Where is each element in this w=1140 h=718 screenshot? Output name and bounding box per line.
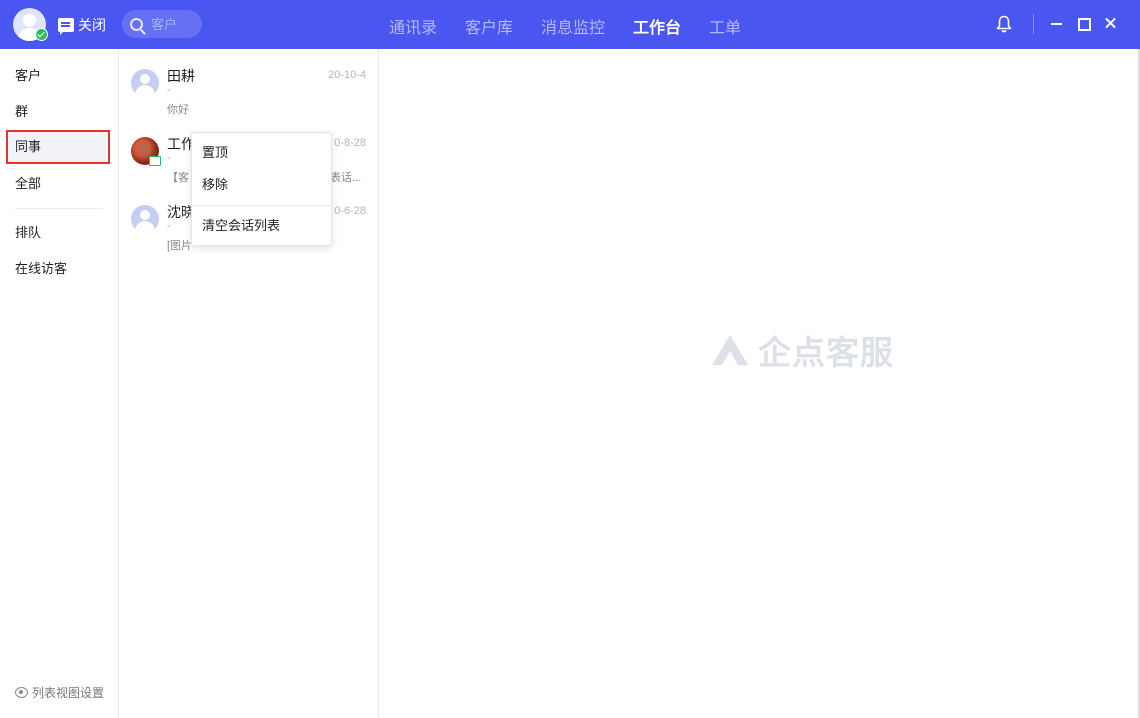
menu-item-remove[interactable]: 移除 (192, 170, 331, 200)
chat-area: 企点客服 (380, 49, 1140, 718)
tab-contacts[interactable]: 通讯录 (389, 14, 437, 38)
brand-text: 企点客服 (758, 334, 894, 371)
last-message: 你好 (167, 104, 189, 116)
chat-icon (58, 18, 74, 35)
online-status-icon (35, 28, 48, 41)
conversation-item[interactable]: 田耕 20-10-4 - 你好 (119, 53, 378, 121)
header-divider (1033, 14, 1034, 34)
user-avatar[interactable] (13, 8, 48, 41)
close-button[interactable]: 关闭 (58, 15, 106, 35)
menu-item-pin-top[interactable]: 置顶 (192, 138, 331, 168)
sidebar-item-customers[interactable]: 客户 (6, 59, 110, 93)
context-menu: 置顶 移除 清空会话列表 (191, 132, 332, 246)
search-input[interactable] (151, 16, 191, 32)
conversation-time: 20-10-4 (328, 69, 366, 81)
brand-watermark: 企点客服 (710, 326, 894, 374)
sidebar-item-online-visitors[interactable]: 在线访客 (6, 252, 110, 286)
last-message-tail: 表话... (330, 172, 362, 184)
close-label: 关闭 (78, 17, 106, 33)
close-window-icon[interactable] (1102, 14, 1120, 32)
tab-workbench[interactable]: 工作台 (633, 14, 681, 38)
conversation-time: 0-8-28 (334, 137, 366, 149)
contact-avatar (131, 205, 159, 233)
brand-logo-icon (712, 335, 748, 365)
menu-item-clear-list[interactable]: 清空会话列表 (192, 211, 331, 241)
list-view-settings[interactable]: 列表视图设置 (15, 684, 104, 701)
bell-icon[interactable] (996, 15, 1012, 33)
sidebar-item-colleagues[interactable]: 同事 (6, 130, 110, 164)
contact-name: 田耕 (167, 68, 195, 84)
search-box[interactable] (122, 10, 202, 38)
contact-avatar (131, 69, 159, 97)
contact-subtitle: - (167, 84, 171, 96)
minimize-icon[interactable] (1048, 14, 1066, 32)
view-settings-icon (15, 687, 28, 698)
sidebar-item-queue[interactable]: 排队 (6, 216, 110, 250)
sidebar-item-groups[interactable]: 群 (6, 95, 110, 129)
list-view-settings-label: 列表视图设置 (32, 686, 105, 700)
tab-message-monitor[interactable]: 消息监控 (541, 14, 605, 38)
sidebar-item-all[interactable]: 全部 (6, 167, 110, 201)
last-message: [图片 (167, 240, 193, 252)
menu-divider (192, 205, 331, 206)
tab-tickets[interactable]: 工单 (709, 14, 741, 38)
last-message: 【客 (167, 172, 189, 184)
top-bar: 关闭 通讯录 客户库 消息监控 工作台 工单 (0, 0, 1140, 49)
contact-subtitle: - (167, 220, 171, 232)
search-icon (130, 17, 143, 31)
contact-subtitle: - (167, 152, 171, 164)
desktop-online-icon (149, 156, 161, 166)
conversation-time: 0-6-28 (334, 205, 366, 217)
tab-customer-library[interactable]: 客户库 (465, 14, 513, 38)
maximize-icon[interactable] (1074, 14, 1092, 32)
sidebar-divider (15, 208, 103, 209)
category-sidebar: 客户 群 同事 全部 排队 在线访客 列表视图设置 (0, 49, 119, 718)
